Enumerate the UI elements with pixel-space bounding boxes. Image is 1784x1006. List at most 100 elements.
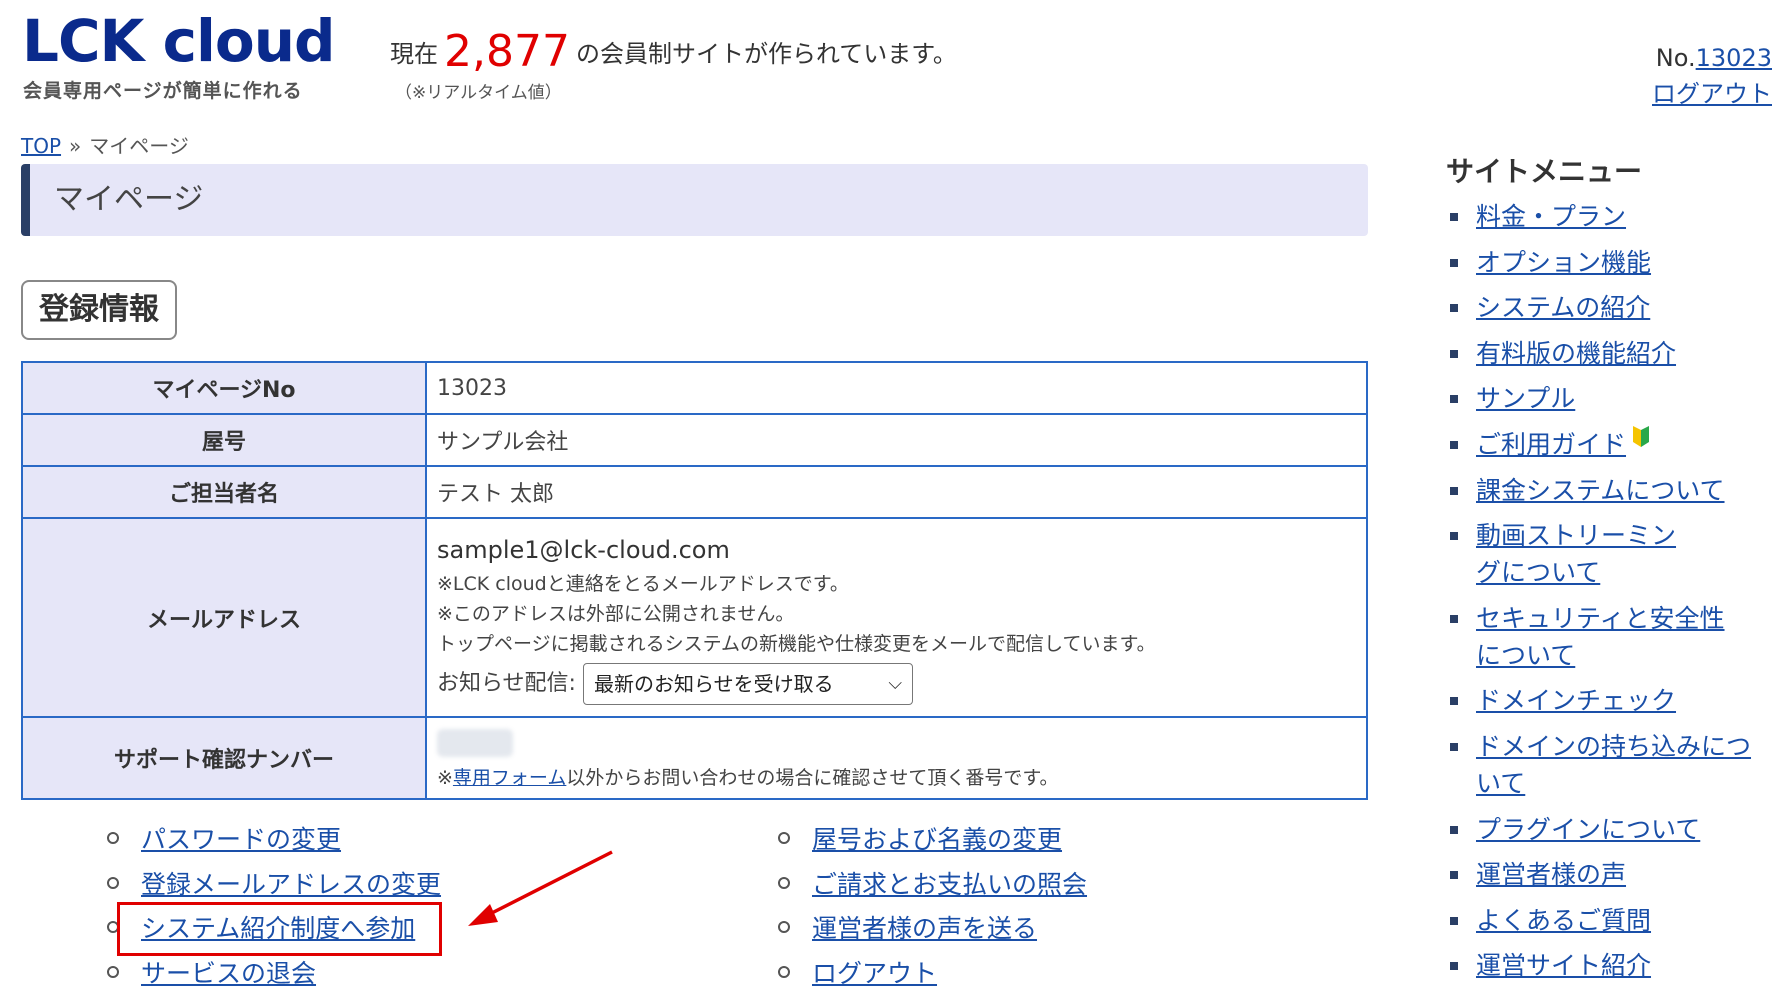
change-email-link[interactable]: 登録メールアドレスの変更 [141,865,441,901]
list-item: ログアウト [778,950,1087,995]
table-row: マイページNo 13023 [21,361,1368,415]
sidebar-link[interactable]: 動画ストリーミングについて [1476,517,1696,591]
square-bullet-icon [1450,962,1458,971]
square-bullet-icon [1450,916,1458,925]
support-form-link[interactable]: 専用フォーム [453,767,566,789]
registration-table: マイページNo 13023 屋号 サンプル会社 ご担当者名 テスト 太郎 メール… [21,361,1368,800]
site-counter: 現在 2,877 の会員制サイトが作られています。 [390,26,957,77]
site-logo[interactable]: LCK cloud [22,6,336,76]
mypage-no-value: 13023 [425,361,1368,415]
shop-name-label: 屋号 [21,413,427,467]
account-links-right: 屋号および名義の変更 ご請求とお支払いの照会 運営者様の声を送る ログアウト [778,816,1087,994]
change-name-link[interactable]: 屋号および名義の変更 [812,820,1062,856]
header-logout-link[interactable]: ログアウト [1652,80,1772,108]
sidebar-link[interactable]: 料金・プラン [1476,198,1626,235]
support-note-suffix: 以外からお問い合わせの場合に確認させて頂く番号です。 [566,767,1059,789]
support-note-prefix: ※ [437,767,453,789]
member-no-label: No. [1655,44,1696,72]
beginner-mark-icon [1633,425,1650,447]
support-number-label: サポート確認ナンバー [21,716,427,800]
sidebar-item-paid-features: 有料版の機能紹介 [1446,335,1766,372]
sidebar-item-domain-transfer: ドメインの持ち込みについて [1446,728,1766,802]
notify-label: お知らせ配信: [437,670,576,696]
square-bullet-icon [1450,349,1458,358]
sidebar-item-showcase: 運営サイト紹介 [1446,947,1766,984]
sidebar-link[interactable]: サンプル [1476,380,1575,417]
header-account: No.13023 ログアウト [1652,40,1772,112]
cancel-service-link[interactable]: サービスの退会 [141,954,316,990]
list-item: 屋号および名義の変更 [778,816,1087,861]
sidebar-item-sample: サンプル [1446,380,1766,417]
sidebar-item-testimonials: 運営者様の声 [1446,856,1766,893]
square-bullet-icon [1450,486,1458,495]
table-row: ご担当者名 テスト 太郎 [21,465,1368,519]
sidebar-link[interactable]: システムの紹介 [1476,289,1650,326]
site-menu: サイトメニュー 料金・プラン オプション機能 システムの紹介 有料版の機能紹介 … [1446,154,1766,993]
change-password-link[interactable]: パスワードの変更 [141,820,341,856]
member-no-link[interactable]: 13023 [1696,44,1772,72]
email-cell: sample1@lck-cloud.com ※LCK cloudと連絡をとるメー… [425,517,1368,718]
list-item: 登録メールアドレスの変更 [107,861,441,906]
sidebar-link[interactable]: 運営者様の声 [1476,856,1626,893]
table-row: 屋号 サンプル会社 [21,413,1368,467]
list-item: サービスの退会 [107,950,441,995]
square-bullet-icon [1450,395,1458,404]
sidebar-item-pricing: 料金・プラン [1446,198,1766,235]
sidebar-link[interactable]: 運営サイト紹介 [1476,947,1651,984]
email-label: メールアドレス [21,517,427,718]
list-item: ご請求とお支払いの照会 [778,861,1087,906]
sidebar-item-faq: よくあるご質問 [1446,902,1766,939]
square-bullet-icon [1450,697,1458,706]
billing-inquiry-link[interactable]: ご請求とお支払いの照会 [812,865,1087,901]
square-bullet-icon [1450,213,1458,221]
sidebar-link[interactable]: 有料版の機能紹介 [1476,335,1676,372]
circle-bullet-icon [778,965,790,978]
mypage-no-label: マイページNo [21,361,427,415]
sidebar-link[interactable]: セキュリティと安全性について [1476,600,1726,674]
sidebar-link[interactable]: ご利用ガイド [1476,426,1626,463]
breadcrumb: TOP » マイページ [21,130,189,159]
square-bullet-icon [1450,258,1458,267]
square-bullet-icon [1450,742,1458,751]
square-bullet-icon [1450,440,1458,449]
sidebar-link[interactable]: 課金システムについて [1476,472,1725,509]
notify-select[interactable]: 最新のお知らせを受け取る ⌵ [582,662,913,705]
counter-suffix: の会員制サイトが作られています。 [575,40,957,68]
sidebar-link[interactable]: よくあるご質問 [1476,902,1651,939]
list-item: 運営者様の声を送る [778,905,1087,950]
send-feedback-link[interactable]: 運営者様の声を送る [812,909,1037,945]
email-value: sample1@lck-cloud.com [437,535,730,564]
sidebar-item-guide: ご利用ガイド [1446,425,1766,463]
square-bullet-icon [1450,871,1458,880]
circle-bullet-icon [778,876,790,889]
counter-number: 2,877 [444,26,570,77]
support-number-blurred [437,729,513,757]
square-bullet-icon [1450,825,1458,834]
sidebar-link[interactable]: オプション機能 [1476,244,1651,281]
sidebar-item-plugins: プラグインについて [1446,811,1766,848]
site-menu-title: サイトメニュー [1446,155,1643,188]
circle-bullet-icon [107,832,119,845]
breadcrumb-top-link[interactable]: TOP [21,134,61,158]
logout-link[interactable]: ログアウト [812,954,937,990]
sidebar-item-security: セキュリティと安全性について [1446,600,1766,674]
sidebar-item-streaming: 動画ストリーミングについて [1446,517,1766,591]
notify-select-value: 最新のお知らせを受け取る [593,671,834,696]
sidebar-link[interactable]: ドメインチェック [1476,682,1676,719]
counter-prefix: 現在 [390,40,438,68]
square-bullet-icon [1450,614,1458,623]
support-note: ※専用フォーム以外からお問い合わせの場合に確認させて頂く番号です。 [437,763,1356,793]
sidebar-link[interactable]: ドメインの持ち込みについて [1476,728,1751,802]
section-title-registration: 登録情報 [21,280,177,340]
shop-name-value: サンプル会社 [425,413,1368,467]
sidebar-link[interactable]: プラグインについて [1476,811,1700,848]
circle-bullet-icon [107,876,119,889]
highlight-box [117,902,442,956]
sidebar-item-domain-check: ドメインチェック [1446,682,1766,719]
red-arrow-icon [468,850,613,926]
email-note-1: ※LCK cloudと連絡をとるメールアドレスです。 [437,572,849,595]
support-number-cell: ※専用フォーム以外からお問い合わせの場合に確認させて頂く番号です。 [425,716,1368,800]
notify-row: お知らせ配信: 最新のお知らせを受け取る ⌵ [437,662,1356,705]
page-title: マイページ [21,164,1368,236]
contact-label: ご担当者名 [21,465,427,519]
